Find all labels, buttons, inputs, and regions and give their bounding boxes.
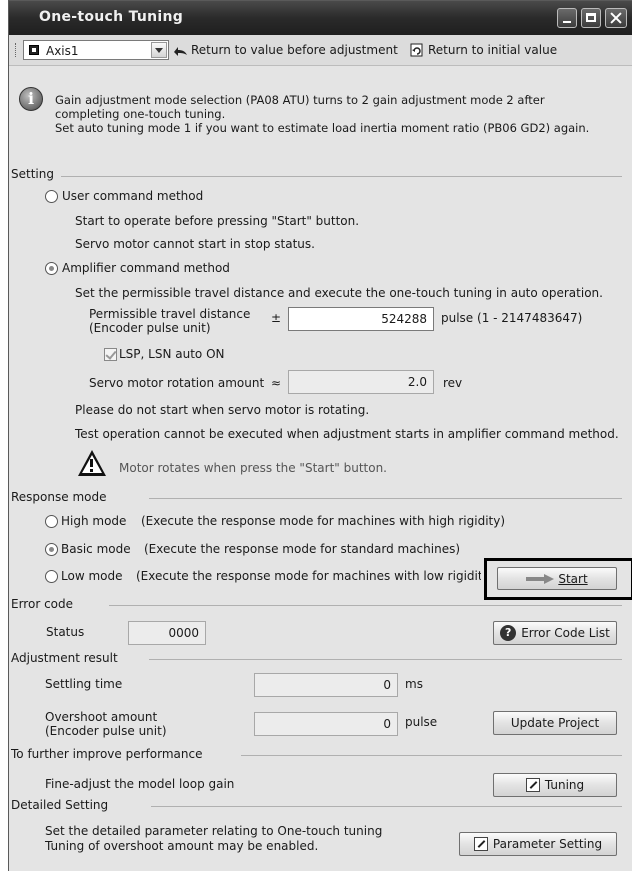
detailed-desc-2: Tuning of overshoot amount may be enable… [45, 839, 319, 853]
settling-time-field: 0 [254, 673, 398, 697]
info-icon [19, 87, 43, 111]
note-test-operation: Test operation cannot be executed when a… [75, 427, 619, 441]
improve-desc: Fine-adjust the model loop gain [45, 777, 235, 791]
travel-range-label: pulse (1 - 2147483647) [441, 311, 583, 325]
axis-icon [29, 45, 39, 55]
approx-symbol: ≈ [271, 376, 282, 390]
one-touch-tuning-window: One-touch Tuning Axis1 Return to value b… [8, 0, 632, 871]
settling-time-unit: ms [405, 677, 423, 691]
maximize-button[interactable] [581, 8, 601, 28]
undo-arrow-icon [172, 43, 188, 57]
chevron-down-icon[interactable] [151, 42, 167, 58]
return-to-initial-label: Return to initial value [428, 43, 558, 57]
return-to-adjust-button[interactable]: Return to value before adjustment [172, 40, 398, 60]
overshoot-unit: pulse [405, 715, 438, 729]
open-window-icon [473, 837, 488, 851]
amplifier-command-radio[interactable] [45, 262, 58, 275]
update-project-button[interactable]: Update Project [493, 711, 617, 735]
lsp-lsn-checkbox[interactable] [104, 348, 117, 361]
high-mode-radio[interactable] [45, 515, 58, 528]
warning-text: Motor rotates when press the "Start" but… [119, 461, 387, 475]
parameter-setting-button[interactable]: Parameter Setting [459, 832, 617, 856]
overshoot-label: Overshoot amount [45, 710, 158, 724]
error-code-list-label: Error Code List [521, 626, 610, 640]
improve-divider [241, 755, 622, 756]
open-window-icon [525, 778, 540, 792]
basic-mode-label[interactable]: Basic mode [61, 542, 131, 556]
plusminus-symbol: ± [271, 311, 282, 325]
low-mode-desc: (Execute the response mode for machines … [136, 569, 481, 583]
window-title: One-touch Tuning [39, 9, 184, 25]
status-value-field: 0000 [128, 621, 206, 645]
parameter-setting-label: Parameter Setting [492, 837, 603, 851]
basic-mode-radio[interactable] [45, 543, 58, 556]
toolbar: Axis1 Return to value before adjustment … [9, 35, 632, 66]
info-line-1: Gain adjustment mode selection (PA08 ATU… [55, 93, 545, 107]
warning-icon [78, 450, 106, 476]
detailed-group-title: Detailed Setting [11, 798, 109, 812]
note-rotating: Please do not start when servo motor is … [75, 403, 370, 417]
travel-distance-input[interactable]: 524288 [288, 307, 434, 331]
help-icon: ? [500, 625, 517, 641]
setting-group-title: Setting [11, 167, 54, 181]
return-to-adjust-label: Return to value before adjustment [191, 43, 398, 57]
user-note-1: Start to operate before pressing "Start"… [75, 214, 360, 228]
start-button[interactable]: Start [497, 567, 617, 590]
improve-group-title: To further improve performance [11, 747, 203, 761]
tuning-button[interactable]: Tuning [493, 773, 617, 797]
high-mode-label[interactable]: High mode [61, 514, 126, 528]
tuning-label: Tuning [544, 778, 585, 792]
amplifier-note: Set the permissible travel distance and … [75, 286, 603, 300]
setting-divider [61, 176, 622, 177]
start-button-label: Start [558, 571, 588, 586]
basic-mode-desc: (Execute the response mode for standard … [144, 542, 461, 556]
low-mode-radio[interactable] [45, 570, 58, 583]
rotation-amount-field: 2.0 [288, 370, 434, 394]
user-command-label[interactable]: User command method [62, 189, 203, 203]
info-line-3: Set auto tuning mode 1 if you want to es… [55, 121, 590, 135]
user-command-radio[interactable] [45, 190, 58, 203]
response-group-title: Response mode [11, 490, 107, 504]
travel-distance-label: Permissible travel distance [89, 307, 251, 321]
settling-time-label: Settling time [45, 677, 123, 691]
detailed-desc-1: Set the detailed parameter relating to O… [45, 824, 383, 838]
rotation-unit: rev [443, 376, 463, 390]
axis-select-value: Axis1 [46, 44, 79, 58]
low-mode-label[interactable]: Low mode [61, 569, 122, 583]
status-label: Status [46, 625, 85, 639]
return-to-initial-button[interactable]: Return to initial value [409, 40, 557, 60]
lsp-lsn-label: LSP, LSN auto ON [119, 347, 225, 361]
reset-document-icon [409, 43, 425, 57]
error-group-title: Error code [11, 597, 74, 611]
update-project-label: Update Project [510, 716, 600, 730]
response-divider [149, 498, 622, 499]
result-group-title: Adjustment result [11, 651, 118, 665]
axis-select[interactable]: Axis1 [23, 40, 169, 60]
error-code-list-button[interactable]: ? Error Code List [493, 621, 617, 645]
detailed-divider [151, 806, 622, 807]
overshoot-field: 0 [254, 712, 398, 736]
amplifier-command-label[interactable]: Amplifier command method [62, 261, 230, 275]
toolbar-grip[interactable] [15, 43, 19, 57]
play-arrow-icon [526, 573, 555, 584]
title-bar: One-touch Tuning [9, 1, 632, 35]
info-line-2: completing one-touch tuning. [55, 107, 226, 121]
result-divider [149, 659, 622, 660]
travel-unit-label: (Encoder pulse unit) [89, 321, 211, 335]
info-message: Gain adjustment mode selection (PA08 ATU… [55, 93, 632, 135]
high-mode-desc: (Execute the response mode for machines … [141, 514, 506, 528]
minimize-button[interactable] [557, 8, 577, 28]
user-note-2: Servo motor cannot start in stop status. [75, 237, 315, 251]
close-button[interactable] [605, 8, 627, 28]
error-divider [109, 605, 622, 606]
overshoot-unit-label: (Encoder pulse unit) [45, 724, 167, 738]
rotation-amount-label: Servo motor rotation amount [89, 376, 265, 390]
